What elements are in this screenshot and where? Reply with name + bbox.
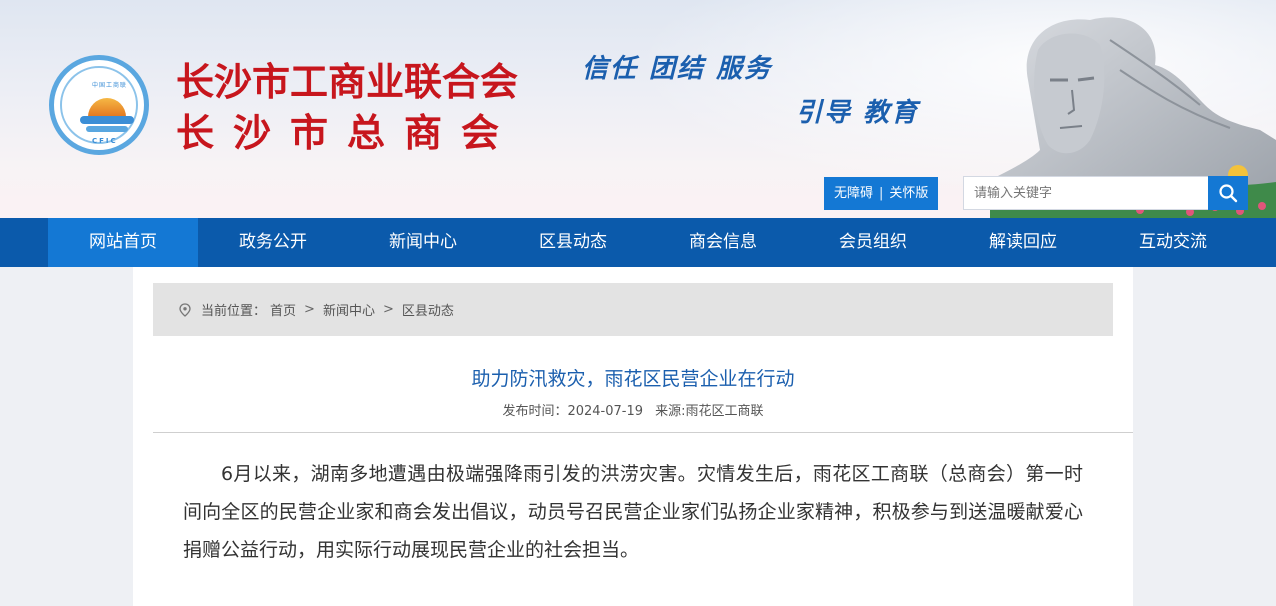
article-body: 6月以来，湖南多地遭遇由极端强降雨引发的洪涝灾害。灾情发生后，雨花区工商联（总商… <box>183 463 1083 561</box>
article-meta: 发布时间：2024-07-19 来源:雨花区工商联 <box>133 400 1133 419</box>
org-title-line2: 长沙市总商会 <box>176 110 519 155</box>
accessibility-bar: 无障碍 | 关怀版 <box>824 177 939 210</box>
logo-wave-icon <box>80 116 134 124</box>
logo-sun-icon <box>88 98 126 117</box>
nav-item-news[interactable]: 新闻中心 <box>348 218 498 267</box>
nav-item-government[interactable]: 政务公开 <box>198 218 348 267</box>
org-title-line1: 长沙市工商业联合会 <box>176 59 519 104</box>
slogan-line2: 引导 教育 <box>796 98 920 128</box>
breadcrumb-separator: > <box>304 302 315 317</box>
logo-ring: 中国工商联 CFIC <box>60 66 138 145</box>
nav-list: 网站首页 政务公开 新闻中心 区县动态 商会信息 会员组织 解读回应 互动交流 <box>48 218 1248 267</box>
nav-item-members[interactable]: 会员组织 <box>798 218 948 267</box>
breadcrumb-news[interactable]: 新闻中心 <box>323 300 375 319</box>
main-nav: 网站首页 政务公开 新闻中心 区县动态 商会信息 会员组织 解读回应 互动交流 <box>0 218 1276 267</box>
nav-item-chamber[interactable]: 商会信息 <box>648 218 798 267</box>
search-icon <box>1219 184 1238 203</box>
accessibility-link[interactable]: 无障碍 <box>834 177 873 210</box>
nav-item-interaction[interactable]: 互动交流 <box>1098 218 1248 267</box>
site-header: 中国工商联 CFIC 长沙市工商业联合会 长沙市总商会 信任 团结 服务 引导 … <box>0 0 1276 218</box>
nav-item-interpretation[interactable]: 解读回应 <box>948 218 1098 267</box>
location-pin-icon <box>179 302 191 317</box>
breadcrumb-prefix: 当前位置： <box>201 304 267 319</box>
breadcrumb-home[interactable]: 首页 <box>270 300 296 319</box>
divider <box>153 432 1133 433</box>
search-button[interactable] <box>1208 176 1248 210</box>
breadcrumb-district[interactable]: 区县动态 <box>402 300 454 319</box>
breadcrumb-separator: > <box>382 302 394 317</box>
article-title: 助力防汛救灾，雨花区民营企业在行动 <box>471 368 795 390</box>
org-logo[interactable]: 中国工商联 CFIC <box>49 55 149 155</box>
article-panel: 当前位置： 首页 > 新闻中心 > 区县动态 助力防汛救灾，雨花区民营企业在行动… <box>133 267 1133 606</box>
article-source: 来源:雨花区工商联 <box>655 404 764 419</box>
logo-text-top: 中国工商联 <box>92 82 128 89</box>
publish-time: 发布时间：2024-07-19 <box>502 404 644 419</box>
separator: | <box>879 186 884 201</box>
nav-item-district[interactable]: 区县动态 <box>498 218 648 267</box>
nav-item-home[interactable]: 网站首页 <box>48 218 198 267</box>
logo-text-bottom: CFIC <box>92 137 118 145</box>
breadcrumb: 当前位置： 首页 > 新闻中心 > 区县动态 <box>153 283 1113 336</box>
logo-wave-icon <box>86 126 128 132</box>
search-input[interactable] <box>963 176 1209 210</box>
care-version-link[interactable]: 关怀版 <box>889 177 928 210</box>
slogan-line1: 信任 团结 服务 <box>582 54 773 84</box>
